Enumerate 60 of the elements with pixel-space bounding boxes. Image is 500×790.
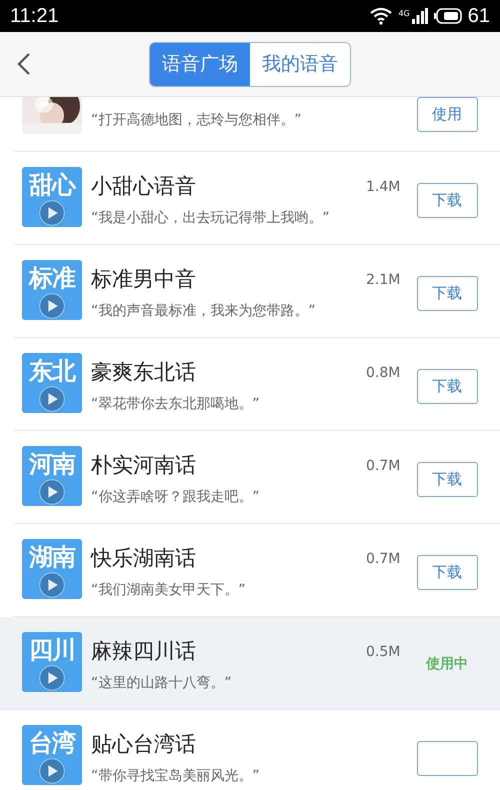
voice-quote: “我们湖南美女甲天下。”: [91, 581, 247, 599]
battery-icon: [434, 8, 462, 24]
voice-title: 麻辣四川话: [91, 638, 197, 665]
thumbnail-text: 东北: [29, 357, 75, 385]
action-button[interactable]: 下载: [416, 462, 478, 497]
battery-level: 61: [468, 4, 490, 28]
action-button[interactable]: 下载: [416, 183, 478, 218]
voice-quote: “我的声音最标准，我来为您带路。”: [91, 302, 317, 320]
action-button[interactable]: [416, 741, 478, 776]
voice-title: 朴实河南话: [91, 452, 197, 479]
play-icon[interactable]: [39, 293, 65, 319]
file-size: 0.5M: [366, 644, 402, 660]
file-size: 0.7M: [366, 551, 402, 567]
play-icon[interactable]: [39, 200, 65, 226]
tab[interactable]: 语音广场: [150, 42, 250, 86]
tab[interactable]: 我的语音: [250, 42, 350, 86]
thumbnail-text: 河南: [29, 450, 75, 478]
thumbnail-text: 台湾: [29, 729, 75, 757]
wifi-icon: [370, 7, 392, 25]
voice-row[interactable]: 甜心 小甜心语音 “我是小甜心，出去玩记得带上我哟。” 1.4M 下载: [14, 152, 500, 245]
voice-title: 小甜心语音: [91, 173, 197, 200]
play-icon[interactable]: [39, 665, 65, 691]
thumbnail-text: 湖南: [29, 543, 75, 571]
voice-title: 快乐湖南话: [91, 545, 197, 572]
in-use-label: 使用中: [426, 655, 468, 673]
voice-title: 贴心台湾话: [91, 731, 197, 758]
thumbnail-text: 四川: [29, 636, 75, 664]
file-size: 1.4M: [366, 179, 402, 195]
voice-quote: “带你寻找宝岛美丽风光。”: [91, 767, 261, 785]
thumbnail-text: 标准: [29, 264, 75, 292]
action-button[interactable]: 下载: [416, 276, 478, 311]
network-type: 4G: [398, 8, 410, 18]
file-size: 2.1M: [366, 272, 402, 288]
voice-row[interactable]: 台湾 贴心台湾话 “带你寻找宝岛美丽风光。”: [14, 710, 500, 790]
voice-title: 标准男中音: [91, 266, 197, 293]
thumbnail-text: 甜心: [29, 171, 75, 199]
play-icon[interactable]: [39, 758, 65, 784]
play-icon[interactable]: [39, 479, 65, 505]
file-size: 0.8M: [366, 365, 402, 381]
action-button[interactable]: 下载: [416, 369, 478, 404]
voice-quote: “你这弄啥呀？跟我走吧。”: [91, 488, 261, 506]
voice-row[interactable]: “打开高德地图，志玲与您相伴。” 使用: [14, 97, 500, 152]
play-icon[interactable]: [39, 386, 65, 412]
voice-row[interactable]: 东北 豪爽东北话 “翠花带你去东北那噶地。” 0.8M 下载: [14, 338, 500, 431]
voice-row[interactable]: 标准 标准男中音 “我的声音最标准，我来为您带路。” 2.1M 下载: [14, 245, 500, 338]
signal-icon: [412, 8, 428, 24]
voice-quote: “这里的山路十八弯。”: [91, 674, 233, 692]
voice-quote: “打开高德地图，志玲与您相伴。”: [91, 111, 303, 129]
voice-title: 豪爽东北话: [91, 359, 197, 386]
voice-row[interactable]: 湖南 快乐湖南话 “我们湖南美女甲天下。” 0.7M 下载: [14, 524, 500, 617]
play-icon[interactable]: [39, 572, 65, 598]
clock-time: 11:21: [10, 4, 59, 28]
back-icon[interactable]: [17, 52, 31, 76]
voice-quote: “翠花带你去东北那噶地。”: [91, 395, 261, 413]
action-button[interactable]: 下载: [416, 555, 478, 590]
action-button[interactable]: 使用: [416, 97, 478, 132]
voice-quote: “我是小甜心，出去玩记得带上我哟。”: [91, 209, 331, 227]
voice-row[interactable]: 四川 麻辣四川话 “这里的山路十八弯。” 0.5M 使用中: [0, 617, 500, 710]
voice-row[interactable]: 河南 朴实河南话 “你这弄啥呀？跟我走吧。” 0.7M 下载: [14, 431, 500, 524]
file-size: 0.7M: [366, 458, 402, 474]
